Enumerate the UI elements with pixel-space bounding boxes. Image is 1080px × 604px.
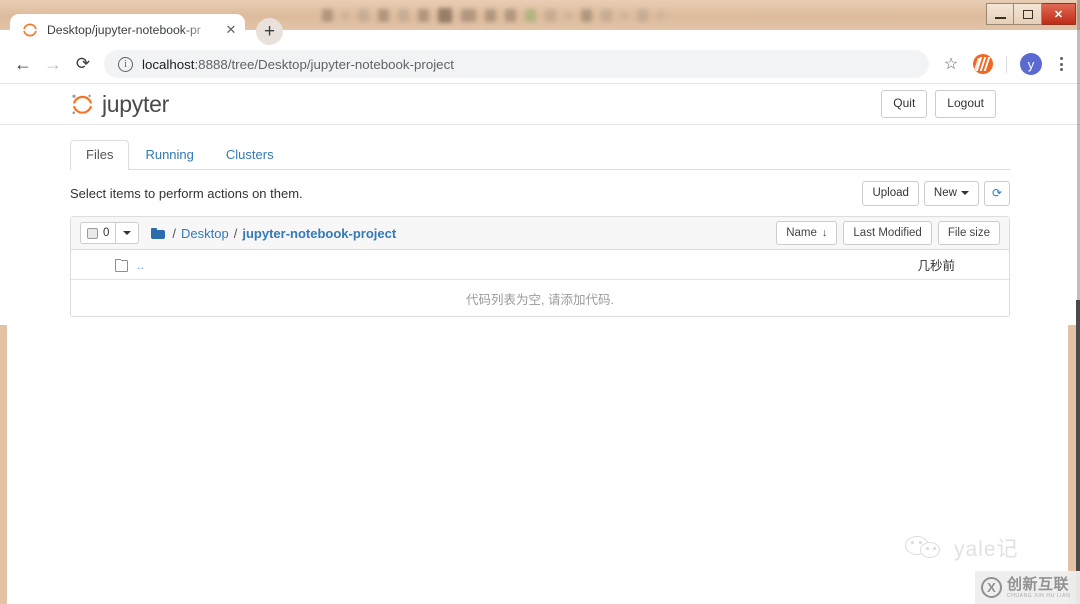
screenshot-root: ✕ Desktop/jupyter-notebook-pr ✕ + ← → ⟳ … <box>0 0 1080 604</box>
checkbox-icon <box>87 227 98 239</box>
quit-button[interactable]: Quit <box>881 90 928 118</box>
jupyter-page: jupyter Quit Logout Files Running Cluste… <box>0 84 1080 604</box>
tab-close-icon[interactable]: ✕ <box>223 22 239 38</box>
forward-button[interactable]: → <box>38 49 68 79</box>
chevron-down-icon <box>123 231 132 235</box>
brand-name-cn: 创新互联 <box>1007 575 1070 593</box>
new-tab-button[interactable]: + <box>256 18 283 45</box>
jupyter-header-buttons: Quit Logout <box>881 90 996 118</box>
jupyter-body: Files Running Clusters Select items to p… <box>0 139 1080 317</box>
browser-tab-active[interactable]: Desktop/jupyter-notebook-pr ✕ <box>10 14 245 45</box>
actions-line: Select items to perform actions on them.… <box>70 180 1010 207</box>
file-toolbar: Upload New ⟳ <box>857 180 1010 207</box>
selected-count: 0 <box>103 227 110 239</box>
sort-by-size-button[interactable]: File size <box>937 220 1000 246</box>
sort-arrow-down-icon: ↓ <box>821 226 828 239</box>
address-bar-url: localhost:8888/tree/Desktop/jupyter-note… <box>142 57 454 72</box>
jupyter-favicon-icon <box>23 23 37 36</box>
brand-watermark: X 创新互联 CHUANG XIN HU LIAN <box>975 571 1080 604</box>
breadcrumb-separator: / <box>233 225 238 241</box>
select-dropdown-button[interactable] <box>116 222 140 244</box>
toolbar-divider <box>1006 55 1007 73</box>
breadcrumb-area: 0 / Desktop / jupyter-notebook-project <box>80 222 396 244</box>
chevron-down-icon <box>960 191 969 195</box>
browser-menu-icon[interactable] <box>1050 53 1072 75</box>
browser-tab-title: Desktop/jupyter-notebook-pr <box>47 22 201 37</box>
new-dropdown-button[interactable]: New <box>923 180 979 207</box>
file-list-panel: 0 / Desktop / jupyter-notebook-project N… <box>70 216 1010 317</box>
url-host: localhost <box>142 56 195 72</box>
folder-up-icon <box>115 258 128 272</box>
site-info-icon[interactable]: i <box>118 56 133 72</box>
file-list-header: 0 / Desktop / jupyter-notebook-project N… <box>71 217 1009 250</box>
tab-clusters[interactable]: Clusters <box>210 140 290 170</box>
omnibox-actions: ☆ y <box>937 50 1072 78</box>
refresh-icon: ⟳ <box>991 185 1002 200</box>
upload-button[interactable]: Upload <box>862 180 919 207</box>
tab-running[interactable]: Running <box>129 140 209 170</box>
jupyter-logo-icon <box>72 94 92 114</box>
desktop-edge-right-dark <box>1076 300 1080 604</box>
jupyter-tabs: Files Running Clusters <box>70 139 1010 170</box>
desktop-edge-right <box>1068 325 1076 604</box>
actions-message: Select items to perform actions on them. <box>70 186 303 201</box>
empty-list-message: 代码列表为空, 请添加代码. <box>466 292 614 307</box>
sort-by-modified-button[interactable]: Last Modified <box>843 220 932 246</box>
file-name[interactable]: .. <box>137 258 917 272</box>
brand-logo-icon: X <box>981 577 1002 598</box>
extension-icon[interactable] <box>973 54 993 74</box>
jupyter-logo[interactable]: jupyter <box>70 91 169 118</box>
file-modified: 几秒前 <box>917 259 955 273</box>
jupyter-header: jupyter Quit Logout <box>0 84 1080 125</box>
reload-button[interactable]: ⟳ <box>68 49 98 79</box>
browser-tab-strip: Desktop/jupyter-notebook-pr ✕ + <box>0 14 1080 45</box>
breadcrumb-separator: / <box>172 225 177 241</box>
logout-button[interactable]: Logout <box>935 90 996 118</box>
column-sort-buttons: Name ↓ Last Modified File size <box>770 220 1000 246</box>
brand-text-block: 创新互联 CHUANG XIN HU LIAN <box>1007 577 1070 599</box>
select-all-checkbox[interactable]: 0 <box>80 222 117 244</box>
folder-icon[interactable] <box>151 227 166 239</box>
breadcrumb-item-current[interactable]: jupyter-notebook-project <box>242 226 396 241</box>
column-name-label: Name <box>786 226 817 239</box>
bookmark-star-icon[interactable]: ☆ <box>937 50 965 78</box>
profile-avatar[interactable]: y <box>1020 53 1042 75</box>
breadcrumb-item-desktop[interactable]: Desktop <box>181 226 229 241</box>
sort-by-name-button[interactable]: Name ↓ <box>776 220 838 246</box>
browser-toolbar: ← → ⟳ i localhost:8888/tree/Desktop/jupy… <box>0 45 1080 84</box>
refresh-button[interactable]: ⟳ <box>983 180 1010 207</box>
jupyter-brand-text: jupyter <box>102 90 169 117</box>
new-label: New <box>933 187 957 200</box>
back-button[interactable]: ← <box>8 49 38 79</box>
breadcrumb: / Desktop / jupyter-notebook-project <box>151 226 396 241</box>
address-bar[interactable]: i localhost:8888/tree/Desktop/jupyter-no… <box>104 50 929 78</box>
desktop-edge-left <box>0 325 7 604</box>
table-row[interactable]: .. 几秒前 <box>71 250 1009 280</box>
brand-name-en: CHUANG XIN HU LIAN <box>1007 592 1071 599</box>
url-path: :8888/tree/Desktop/jupyter-notebook-proj… <box>194 56 454 72</box>
tab-files[interactable]: Files <box>70 139 130 170</box>
select-all-group: 0 <box>80 222 140 244</box>
